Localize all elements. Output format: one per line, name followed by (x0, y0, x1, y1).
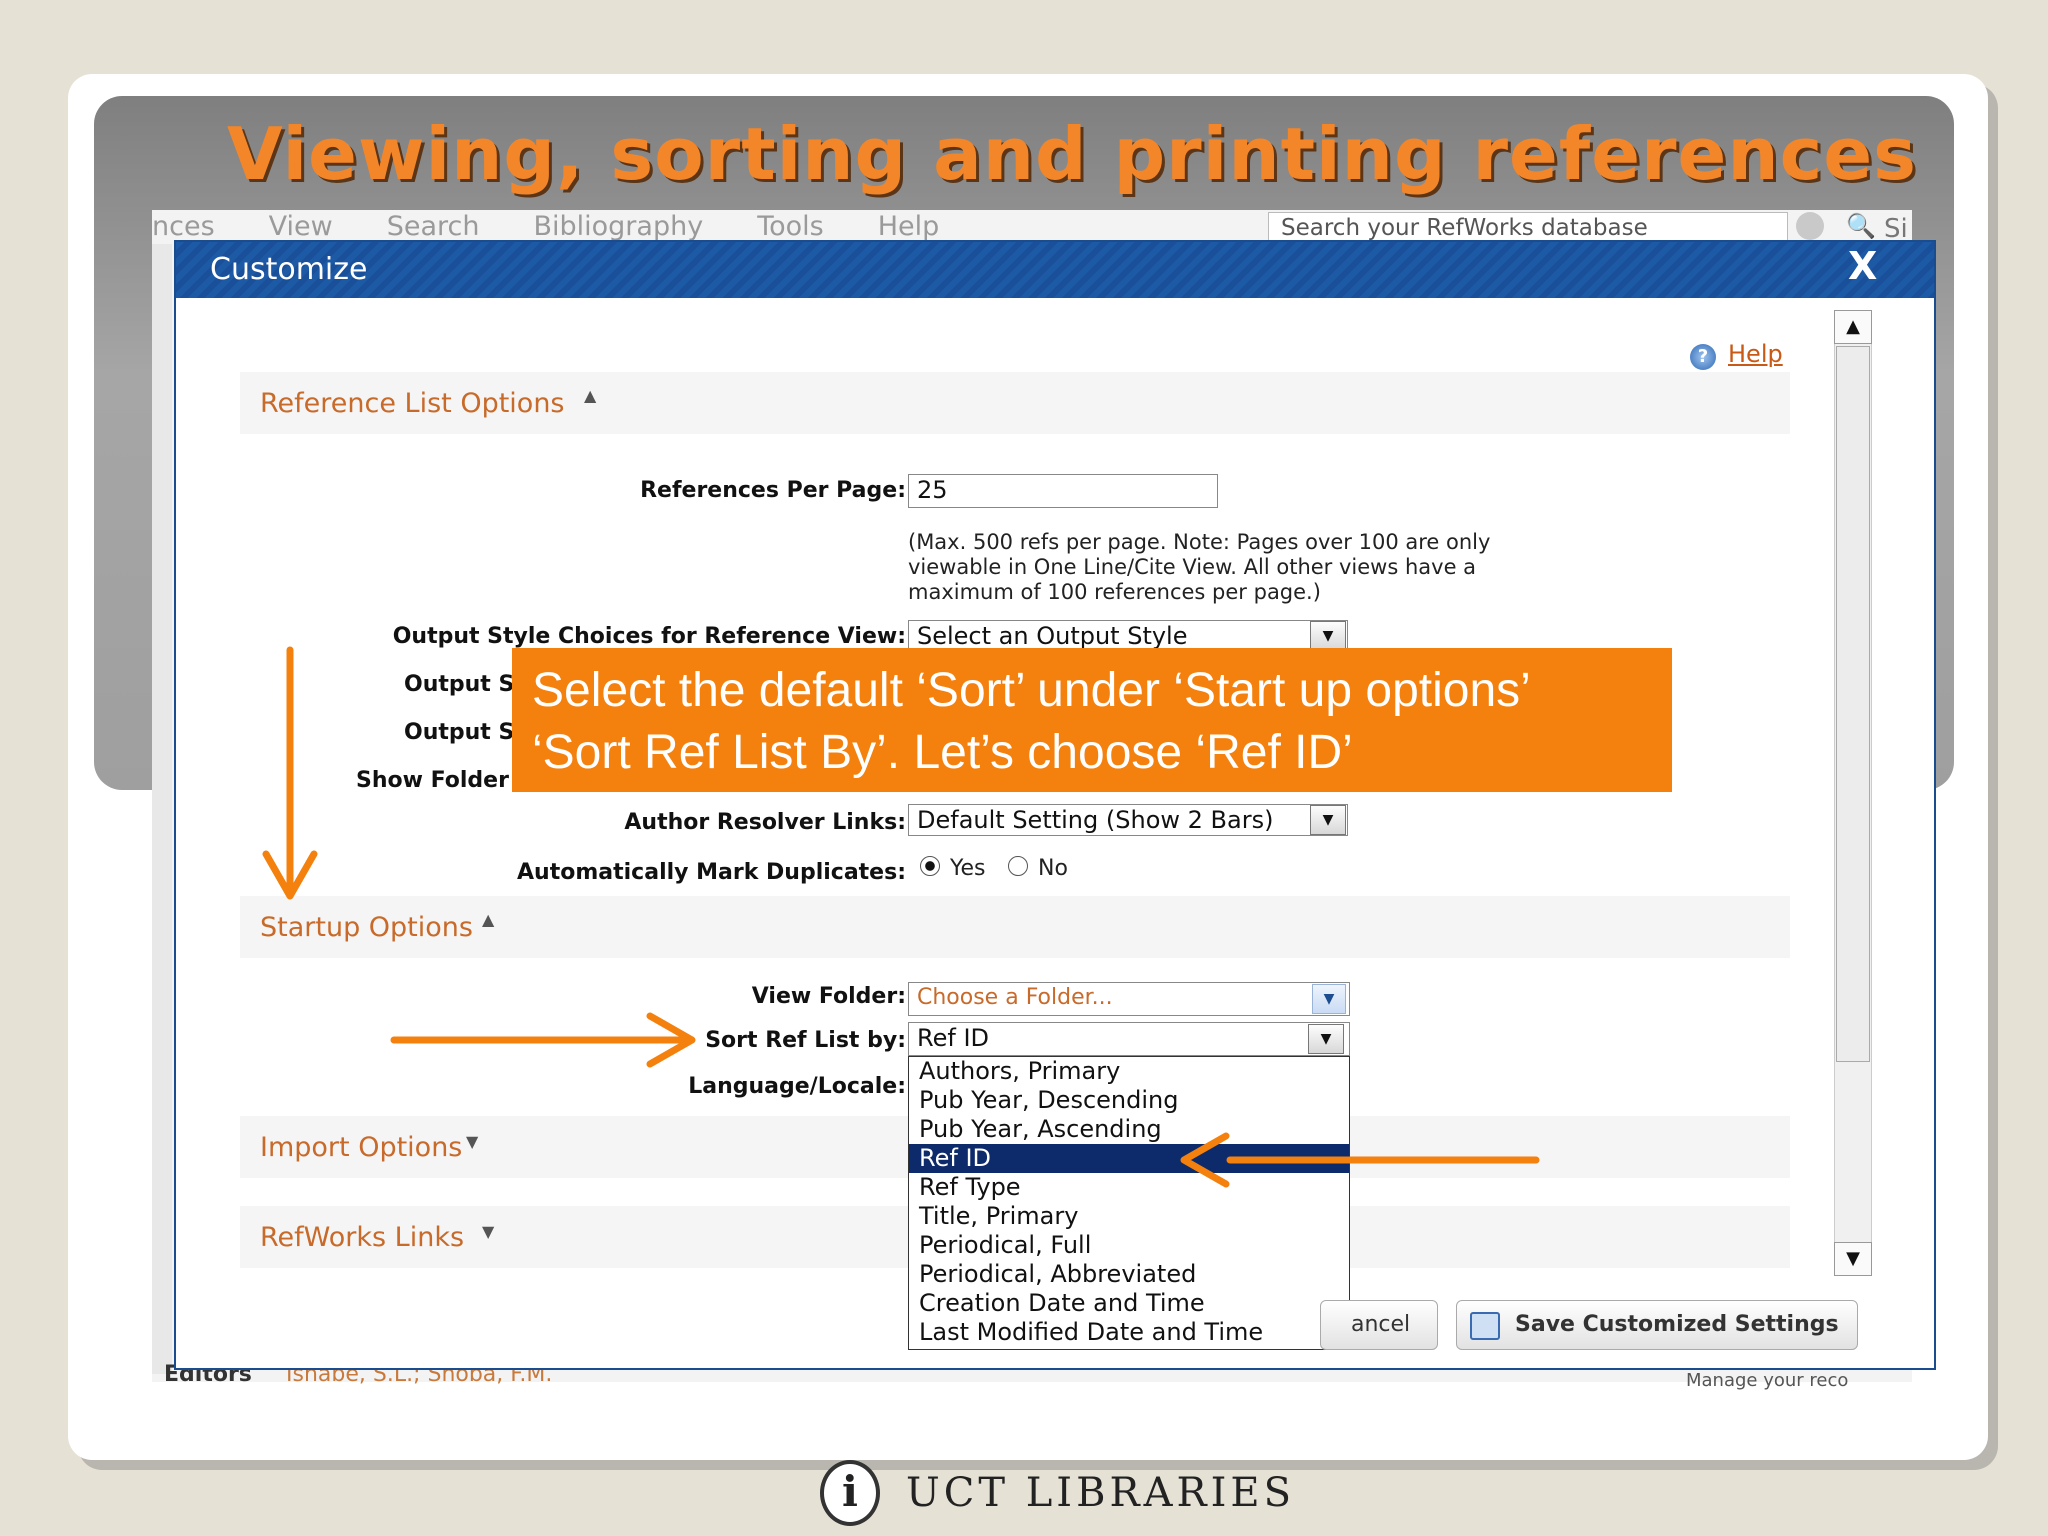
annotation-arrows (262, 646, 1540, 1188)
uct-logo-icon: i (820, 1460, 880, 1526)
footer-brand: UCT LIBRARIES (906, 1470, 1295, 1516)
left-arrow-head (1180, 1132, 1230, 1188)
